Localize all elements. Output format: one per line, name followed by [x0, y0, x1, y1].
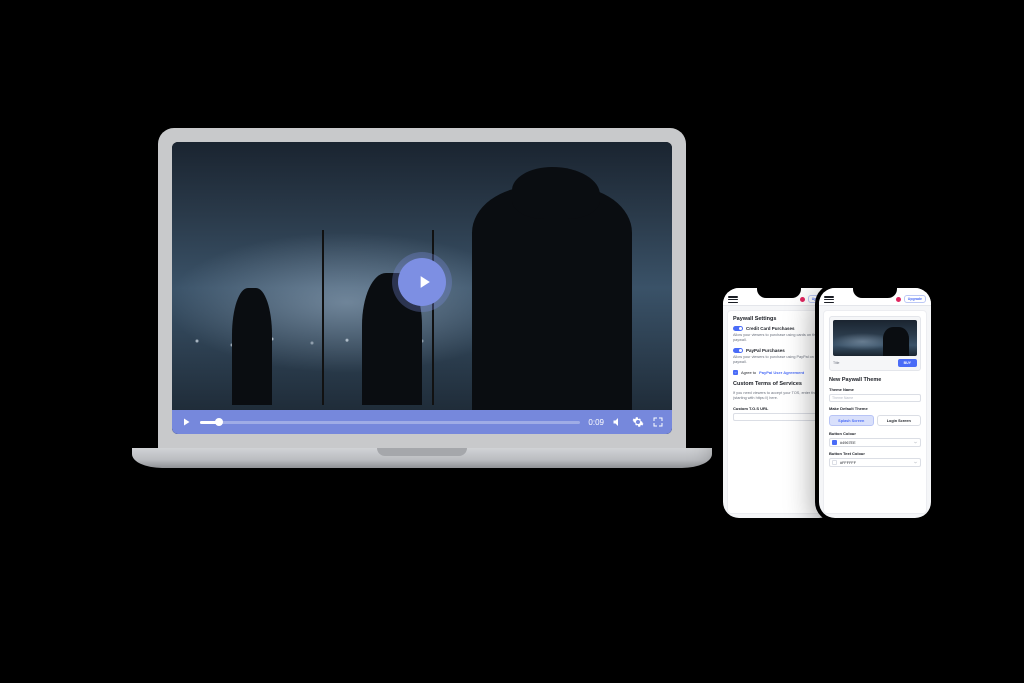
upgrade-button[interactable]: Upgrade [904, 295, 926, 303]
laptop-base [132, 448, 712, 468]
notification-dot-icon[interactable] [896, 297, 901, 302]
notification-dot-icon[interactable] [800, 297, 805, 302]
paywall-preview-card: Title BUY [829, 316, 921, 371]
new-theme-title: New Paywall Theme [829, 377, 921, 383]
button-color-picker[interactable]: #4967EE [829, 438, 921, 447]
paywall-settings-title: Paywall Settings [733, 316, 825, 322]
tab-login-screen[interactable]: Login Screen [877, 415, 922, 426]
chevron-down-icon [913, 460, 918, 465]
preview-buy-button[interactable]: BUY [898, 359, 917, 367]
volume-icon[interactable] [612, 416, 624, 428]
menu-icon[interactable] [824, 296, 834, 303]
menu-icon[interactable] [728, 296, 738, 303]
play-small-icon[interactable] [180, 416, 192, 428]
paypal-toggle-row: PayPal Purchases [733, 348, 825, 353]
phone-notch [853, 288, 897, 298]
theme-name-label: Theme Name [829, 387, 921, 392]
preview-title-label: Title [833, 361, 839, 365]
phone-notch [757, 288, 801, 298]
seek-bar[interactable] [200, 421, 580, 424]
tos-url-input[interactable] [733, 413, 825, 421]
tos-help: If you need viewers to accept your TOS, … [733, 391, 825, 401]
button-text-color-picker[interactable]: #FFFFFF [829, 458, 921, 467]
phone-mockup-theme: Upgrade Title BUY New Paywall Theme Them… [815, 284, 935, 522]
video-controls: 0:09 [172, 410, 672, 434]
video-player[interactable]: 0:09 [172, 142, 672, 434]
paypal-toggle[interactable] [733, 348, 743, 353]
play-icon [414, 272, 434, 292]
button-text-color-label: Button Text Colour [829, 451, 921, 456]
paypal-agreement-link[interactable]: PayPal User Agreement [759, 370, 804, 375]
make-default-label: Make Default Theme [829, 406, 921, 411]
color-swatch-icon [832, 440, 837, 445]
tos-title: Custom Terms of Services [733, 381, 825, 387]
paypal-help: Allow your viewers to purchase using Pay… [733, 355, 825, 365]
chevron-down-icon [913, 440, 918, 445]
laptop-mockup: 0:09 [158, 128, 686, 468]
button-text-color-value: #FFFFFF [840, 461, 910, 465]
fullscreen-icon[interactable] [652, 416, 664, 428]
button-color-value: #4967EE [840, 441, 910, 445]
paypal-label: PayPal Purchases [746, 348, 785, 353]
credit-card-label: Credit Card Purchases [746, 326, 795, 331]
credit-card-toggle[interactable] [733, 326, 743, 331]
tos-url-label: Custom T.O.S URL [733, 406, 825, 411]
button-color-label: Button Colour [829, 431, 921, 436]
play-button[interactable] [398, 258, 446, 306]
color-swatch-icon [832, 460, 837, 465]
agree-prefix: Agree to [741, 370, 756, 375]
theme-name-input[interactable]: Theme Name [829, 394, 921, 402]
time-display: 0:09 [588, 418, 604, 427]
preview-thumbnail [833, 320, 917, 356]
agreement-checkbox[interactable] [733, 370, 738, 375]
credit-card-toggle-row: Credit Card Purchases [733, 326, 825, 331]
screen-tabs: Splash Screen Login Screen [829, 415, 921, 426]
laptop-bezel: 0:09 [158, 128, 686, 448]
settings-icon[interactable] [632, 416, 644, 428]
tab-splash-screen[interactable]: Splash Screen [829, 415, 874, 426]
theme-panel: Title BUY New Paywall Theme Theme Name T… [823, 310, 927, 514]
credit-card-help: Allow your viewers to purchase using car… [733, 333, 825, 343]
paypal-agreement-row: Agree to PayPal User Agreement [733, 370, 825, 375]
